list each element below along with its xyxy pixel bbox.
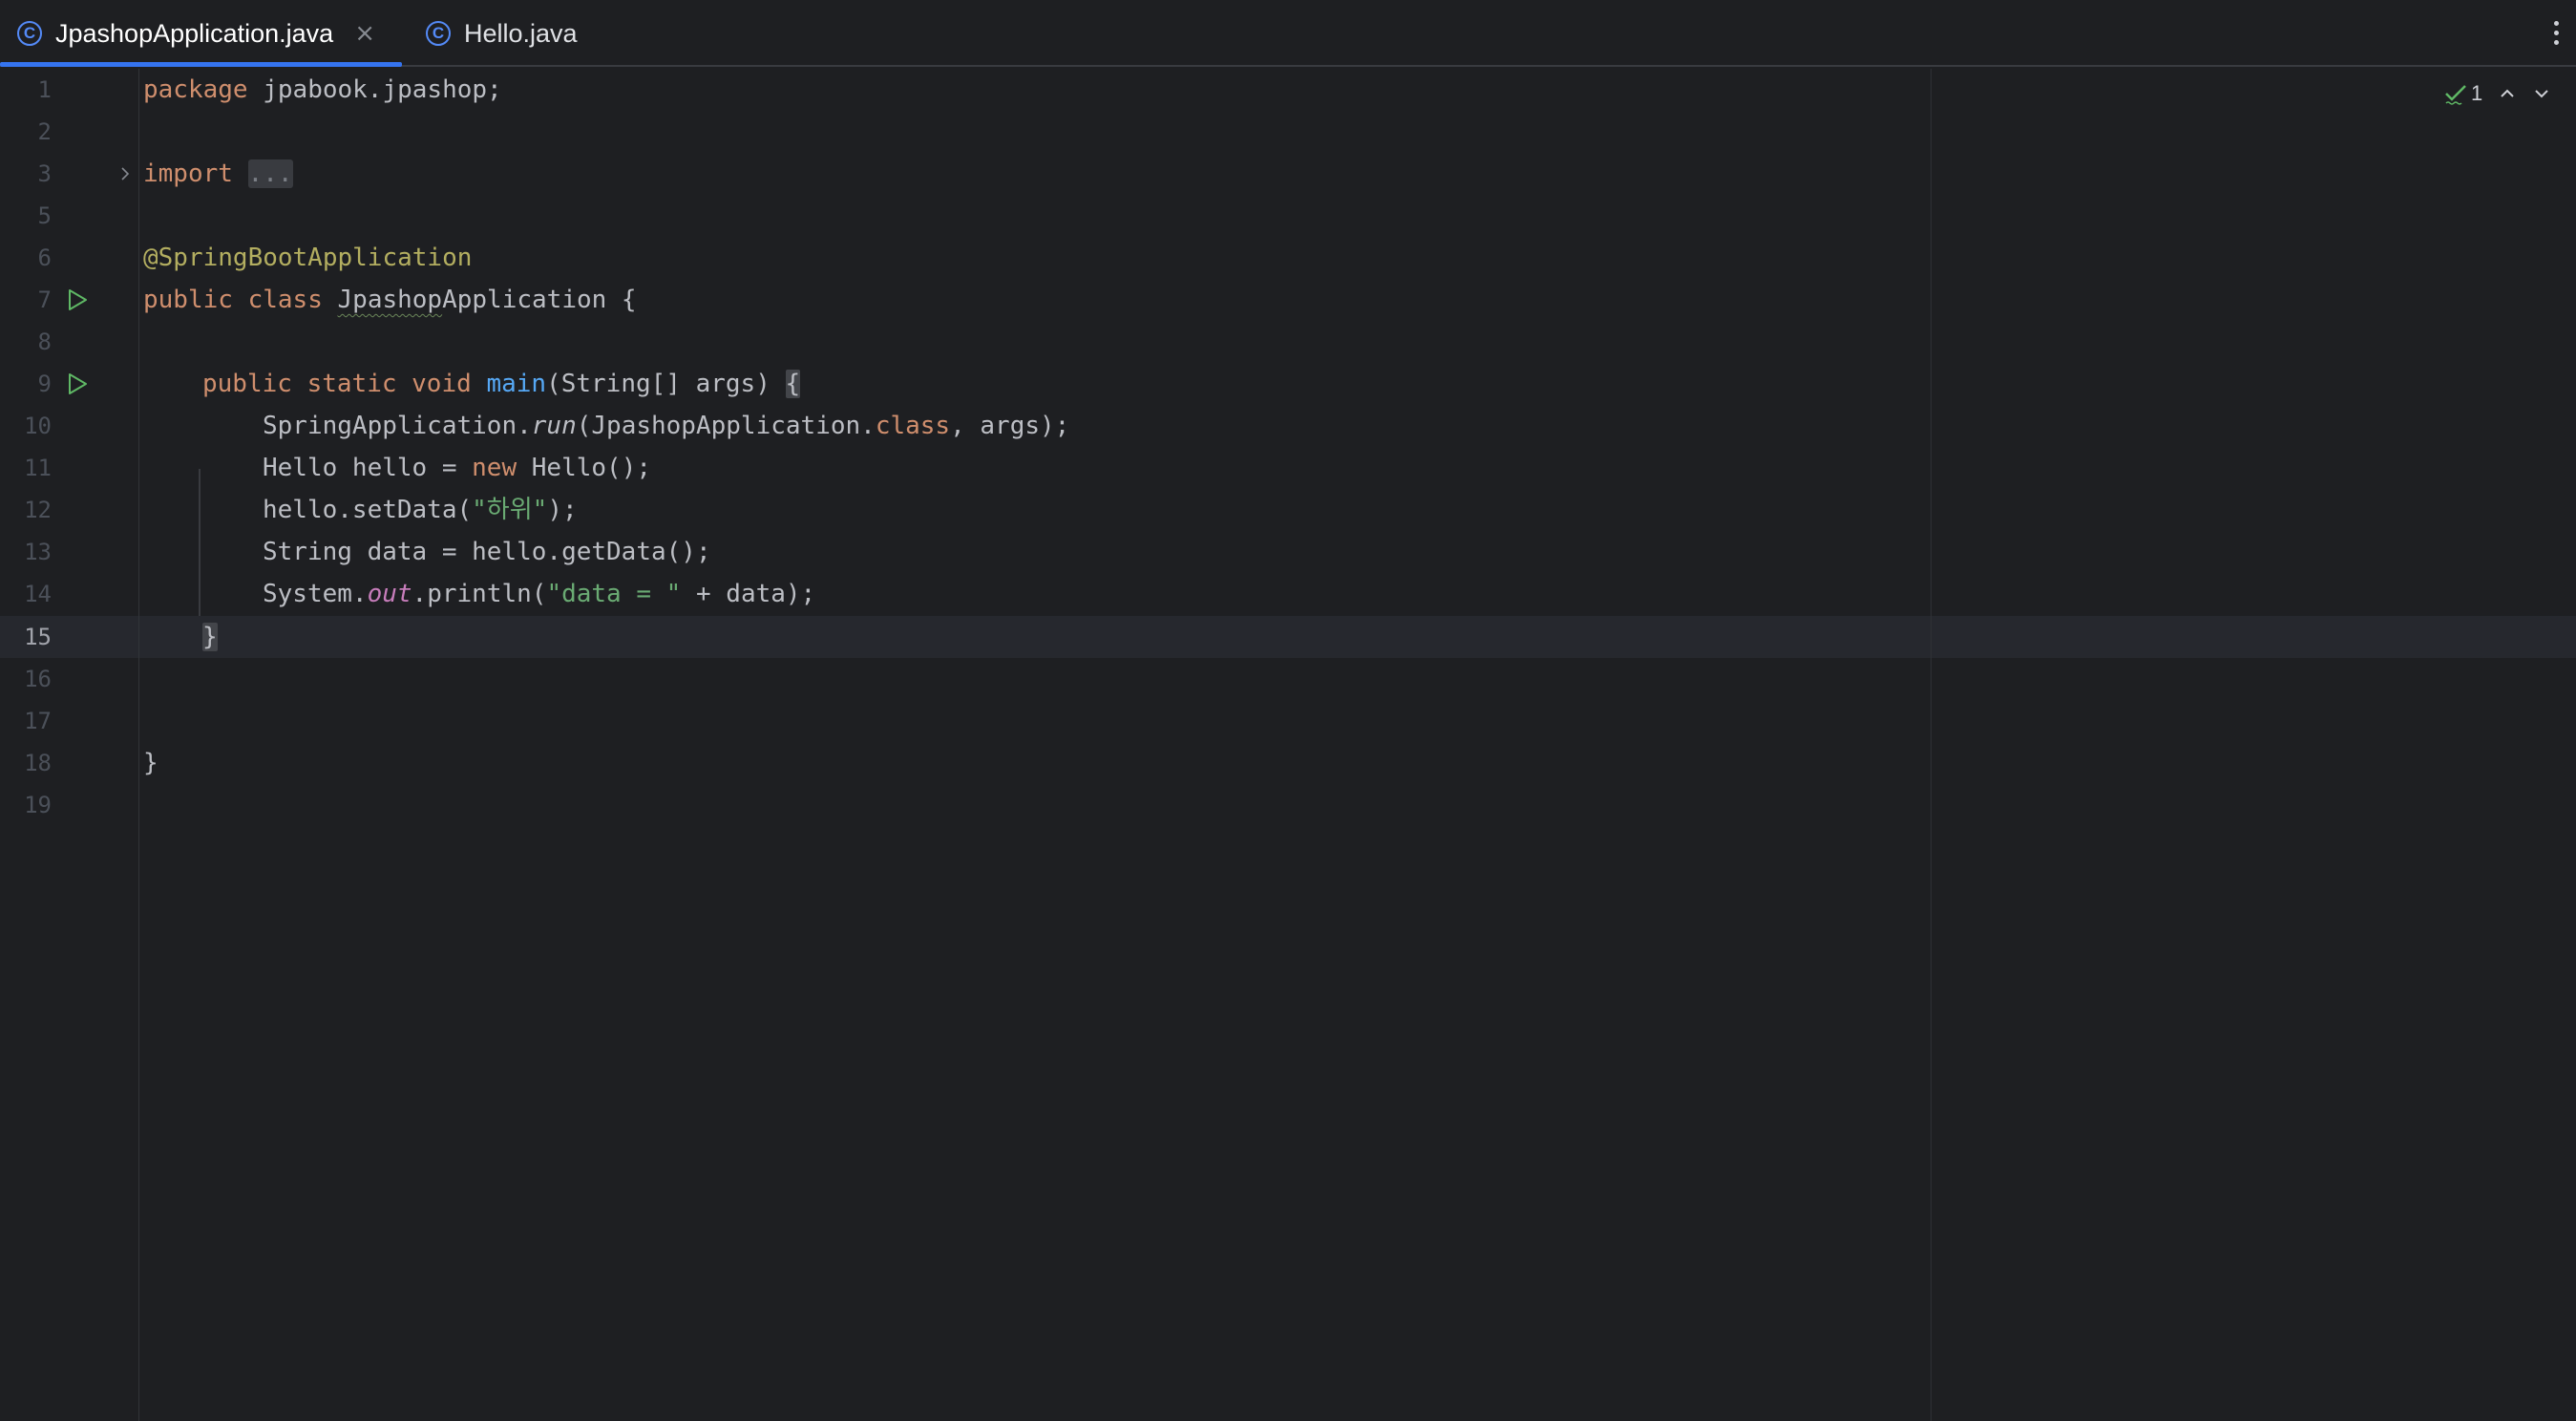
line-number: 11 [24,455,52,481]
run-icon[interactable] [65,371,90,396]
editor-tab-bar: C JpashopApplication.java × C Hello.java [0,0,2576,67]
line-number: 6 [37,244,52,271]
line-number: 19 [24,792,52,818]
line-number: 1 [37,76,52,103]
code-line: 17 [0,700,2576,742]
code-line: 16 [0,658,2576,700]
code-text[interactable]: package jpabook.jpashop; [143,69,502,111]
line-number: 5 [37,202,52,229]
line-number: 16 [24,666,52,692]
line-number: 18 [24,750,52,776]
code-text[interactable]: System.out.println("data = " + data); [263,573,815,615]
class-icon: C [426,21,451,46]
code-text[interactable]: } [143,742,158,784]
code-line: 5 [0,195,2576,237]
tab-label: Hello.java [464,18,578,48]
code-text[interactable]: hello.setData("하위"); [263,489,578,531]
tab-label: JpashopApplication.java [55,18,334,48]
code-line: 18 } [0,742,2576,784]
code-line-current: 15 } [0,616,2576,658]
code-line: 2 [0,111,2576,153]
code-editor[interactable]: 1 1 package jpabook.jpashop; 2 3 import … [0,69,2576,1421]
code-line: 12 hello.setData("하위"); [0,489,2576,531]
line-number: 15 [24,624,52,650]
tab-hello[interactable]: C Hello.java [426,0,578,67]
chevron-right-icon[interactable] [116,165,134,182]
code-text[interactable]: String data = hello.getData(); [263,531,711,573]
close-icon[interactable]: × [354,19,375,48]
tab-jpashop-application[interactable]: C JpashopApplication.java × [17,0,375,67]
code-line: 1 package jpabook.jpashop; [0,69,2576,111]
class-icon: C [17,21,42,46]
line-number: 12 [24,497,52,523]
line-number: 14 [24,581,52,607]
more-options-icon[interactable] [2549,13,2563,52]
line-number: 8 [37,329,52,355]
code-text[interactable]: SpringApplication.run(JpashopApplication… [263,405,1069,447]
line-number: 10 [24,413,52,439]
run-icon[interactable] [65,287,90,312]
folded-imports[interactable]: ... [247,159,293,188]
code-line: 10 SpringApplication.run(JpashopApplicat… [0,405,2576,447]
line-number: 2 [37,118,52,145]
code-line: 8 [0,321,2576,363]
code-text[interactable]: @SpringBootApplication [143,237,472,279]
code-line: 3 import ... [0,153,2576,195]
code-text[interactable]: Hello hello = new Hello(); [263,447,651,489]
code-line: 11 Hello hello = new Hello(); [0,447,2576,489]
line-number: 13 [24,539,52,565]
code-line: 7 public class JpashopApplication { [0,279,2576,321]
line-number: 17 [24,708,52,734]
code-text[interactable]: import ... [143,153,293,195]
code-line: 14 System.out.println("data = " + data); [0,573,2576,615]
active-tab-indicator [0,62,402,67]
code-line: 19 [0,784,2576,826]
code-text[interactable]: public class JpashopApplication { [143,279,637,321]
line-number: 9 [37,371,52,397]
code-text[interactable]: public static void main(String[] args) { [202,363,801,405]
line-number: 3 [37,160,52,187]
code-line: 6 @SpringBootApplication [0,237,2576,279]
code-line: 9 public static void main(String[] args)… [0,363,2576,405]
code-line: 13 String data = hello.getData(); [0,531,2576,573]
line-number: 7 [37,286,52,313]
code-text[interactable]: } [202,616,218,658]
